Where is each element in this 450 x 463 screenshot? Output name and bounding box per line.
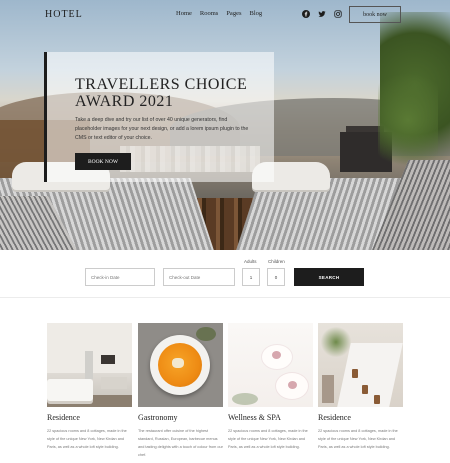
card-image-orchids [228,323,313,407]
checkout-date-input[interactable] [163,268,235,286]
children-input[interactable] [267,268,285,286]
orchid-center [288,381,297,389]
menu-item-pages[interactable]: Pages [226,10,241,17]
hero-title: TRAVELLERS CHOICE AWARD 2021 [75,76,248,110]
card-image-dining [318,323,403,407]
bedroom-sofa [101,377,127,389]
booking-bar: Adults Children SEARCH [0,250,450,298]
dining-plant [320,327,352,357]
dining-candle [374,395,380,404]
feature-card-spa[interactable]: Wellness & SPA 22 spacious rooms and 8 c… [228,323,313,449]
hero-section: HOTEL Home Rooms Pages Blog book now TRA… [0,0,450,250]
children-label: Children [268,259,285,264]
menu-item-rooms[interactable]: Rooms [200,10,218,17]
dining-chair [322,375,334,403]
bedroom-bed [47,379,93,401]
card-title[interactable]: Gastronomy [138,413,178,422]
hero-card: TRAVELLERS CHOICE AWARD 2021 Take a deep… [44,52,274,182]
orchid-center [272,351,281,359]
adults-label: Adults [244,259,257,264]
main-menu: Home Rooms Pages Blog [176,10,262,17]
card-image-soup [138,323,223,407]
card-description: The restaurant offer cuisine of the high… [138,429,223,457]
dining-candle [352,369,358,378]
card-description: 22 spacious rooms and 8 cottages, made i… [228,429,308,449]
instagram-icon[interactable] [334,10,342,18]
page: HOTEL Home Rooms Pages Blog book now TRA… [0,0,450,463]
twitter-icon[interactable] [318,10,326,18]
bedroom-tv [101,355,115,364]
site-logo[interactable]: HOTEL [45,9,83,20]
card-description: 22 spacious rooms and 8 cottages, made i… [47,429,127,449]
hero-text: Take a deep dive and try our list of ove… [75,117,249,141]
book-now-button[interactable]: BOOK NOW [75,153,131,170]
feature-card-residence[interactable]: Residence 22 spacious rooms and 8 cottag… [47,323,132,449]
top-nav: HOTEL Home Rooms Pages Blog book now [0,0,450,30]
book-now-nav-button[interactable]: book now [349,6,401,23]
feature-card-gastronomy[interactable]: Gastronomy The restaurant offer cuisine … [138,323,223,457]
social-links [302,10,342,18]
dining-candle [362,385,368,394]
feature-card-residence-2[interactable]: Residence 22 spacious rooms and 8 cottag… [318,323,403,449]
card-title[interactable]: Residence [47,413,80,422]
card-description: 22 spacious rooms and 8 cottages, made i… [318,429,398,449]
menu-item-blog[interactable]: Blog [249,10,262,17]
card-title[interactable]: Residence [318,413,351,422]
soup-herb [196,327,216,341]
facebook-icon[interactable] [302,10,310,18]
soup-garnish [172,358,184,368]
orchid-leaf [232,393,258,405]
card-title[interactable]: Wellness & SPA [228,413,281,422]
menu-item-home[interactable]: Home [176,10,192,17]
bedroom-window [85,351,93,379]
card-image-bedroom [47,323,132,407]
search-button[interactable]: SEARCH [294,268,364,286]
checkin-date-input[interactable] [85,268,155,286]
adults-input[interactable] [242,268,260,286]
